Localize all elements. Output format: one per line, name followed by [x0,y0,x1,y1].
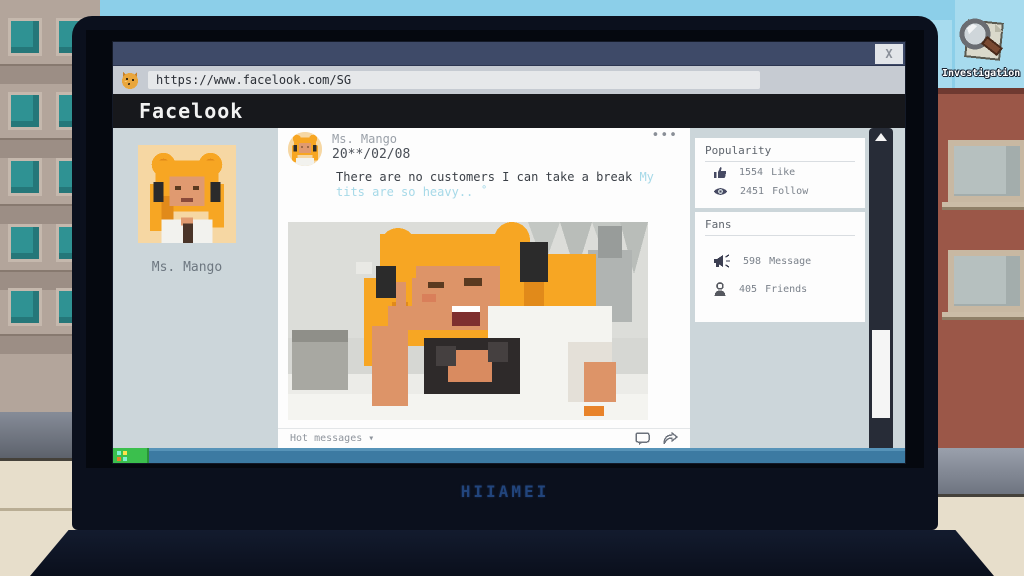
share-icon[interactable] [663,432,678,446]
post-author-name: Ms. Mango [332,132,397,146]
investigation-label: Investigation [942,68,1018,79]
post-text-plain: There are no customers I can take a brea… [336,170,639,184]
browser-urlbar: https://www.facelook.com/SG [113,66,905,94]
message-stat: 598 Message [713,254,811,268]
follow-label: Follow [772,186,808,197]
hot-messages-dropdown[interactable]: Hot messages ▾ [290,433,374,444]
friends-label: Friends [765,284,807,295]
profile-avatar[interactable] [138,145,236,243]
close-button[interactable]: X [875,44,903,64]
scroll-up-arrow[interactable] [871,131,891,143]
person-icon [713,282,727,297]
follow-stat: 2451 Follow [713,186,808,197]
post-card: Ms. Mango 20**/02/08 ••• There are no cu… [278,128,690,448]
post-image-art [288,222,648,420]
magnifier-paper-icon [951,14,1009,68]
laptop-brand-logo: HIIAMEI [72,482,938,501]
post-footer: Hot messages ▾ [278,428,690,448]
laptop-base [30,530,994,576]
fans-card: Fans 598 Message 405 Friends [695,212,865,322]
message-count: 598 [743,256,761,267]
avatar-art [138,145,236,243]
post-author-avatar[interactable] [288,132,322,166]
eye-icon [713,186,728,197]
friends-stat: 405 Friends [713,282,807,297]
post-date: 20**/02/08 [332,147,410,162]
investigation-icon[interactable]: Investigation [942,14,1018,98]
profile-name: Ms. Mango [113,260,261,275]
post-text: There are no customers I can take a brea… [336,170,672,200]
scrollbar [869,128,893,463]
friends-count: 405 [739,284,757,295]
popularity-title: Popularity [705,144,855,162]
post-menu-button[interactable]: ••• [652,128,678,143]
like-stat: 1554 Like [713,166,795,179]
like-count: 1554 [739,167,763,178]
popularity-card: Popularity 1554 Like 2451 Follow [695,138,865,208]
post-image[interactable] [288,222,648,420]
site-logo: Facelook [139,99,243,123]
fans-title: Fans [705,218,855,236]
message-label: Message [769,256,811,267]
scrollbar-thumb[interactable] [872,330,890,418]
like-label: Like [771,167,795,178]
page-content: Ms. Mango Ms. Mango 20**/02/08 [113,128,905,448]
doge-favicon-icon [120,70,140,90]
browser-titlebar: X [113,42,905,66]
avatar-art [288,132,322,166]
url-input[interactable]: https://www.facelook.com/SG [148,71,760,89]
megaphone-icon [713,254,731,268]
taskbar [113,448,905,463]
start-button[interactable] [113,448,149,463]
thumbs-up-icon [713,166,727,179]
browser-window: X https://www.facelook.com/SG Facelook [113,42,905,463]
site-header: Facelook [113,94,905,128]
comment-icon[interactable] [635,432,650,446]
follow-count: 2451 [740,186,764,197]
